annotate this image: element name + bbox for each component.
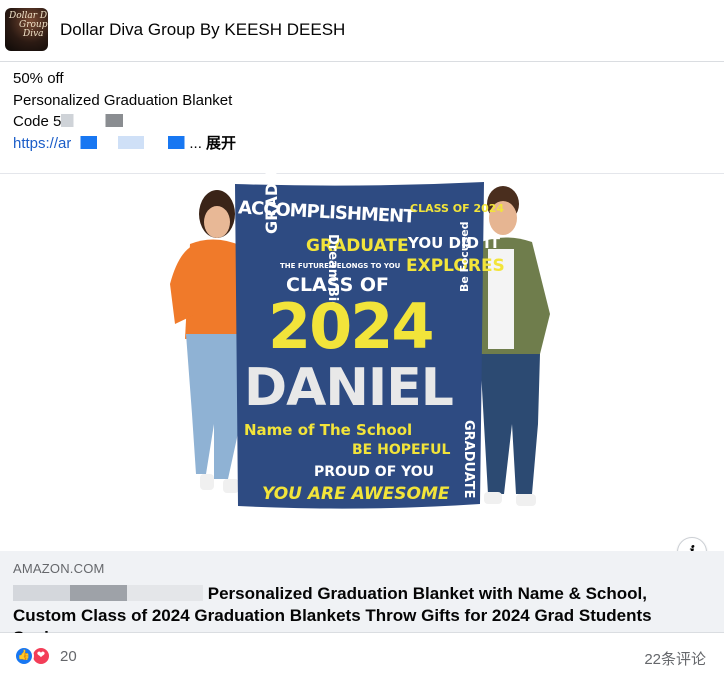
redacted-link	[71, 135, 190, 149]
like-reaction-icon: 👍	[14, 646, 34, 666]
blanket-be-focused: Be Focused	[458, 221, 471, 292]
code-label: Code 5	[13, 113, 62, 130]
blanket-awesome: YOU ARE AWESOME	[262, 484, 450, 504]
post-image[interactable]: ACCOMPLISHMENT CLASS OF 2024 GRADUATE TH…	[0, 137, 724, 552]
group-name-link[interactable]: Dollar Diva Group By KEESH DEESH	[60, 20, 345, 40]
love-reaction-icon: ❤	[31, 646, 51, 666]
blanket-school: Name of The School	[244, 421, 413, 439]
post-link-prefix[interactable]: https://ar	[13, 135, 71, 152]
post-text: 50% off Personalized Graduation Blanket …	[13, 68, 236, 154]
blanket-graduate-left: GRADUATE	[262, 137, 281, 234]
link-preview-card[interactable]: AMAZON.COM Personalized Graduation Blank…	[0, 551, 724, 647]
blanket-graduate-mid: GRADUATE	[306, 236, 409, 256]
blanket-name: DANIEL	[244, 358, 454, 418]
reaction-count[interactable]: 20	[60, 648, 77, 665]
see-more-button[interactable]: 展开	[206, 135, 236, 152]
blanket-future: THE FUTURE BELONGS TO YOU	[280, 262, 401, 270]
blanket-you-did-it: YOU DID IT	[408, 234, 500, 252]
post-link-ellipsis: ...	[189, 134, 202, 152]
blanket-explores: EXPLORES	[406, 256, 505, 276]
avatar-text: Dollar D Group Diva	[9, 11, 48, 39]
redacted-title-prefix	[13, 585, 203, 601]
blanket-text-layer: ACCOMPLISHMENT CLASS OF 2024 GRADUATE TH…	[0, 137, 724, 552]
blanket-year: 2024	[268, 290, 435, 363]
post-link[interactable]: https://ar... 展开	[13, 133, 236, 155]
post-line-code: Code 5	[13, 111, 236, 133]
blanket-proud: PROUD OF YOU	[314, 464, 435, 480]
redacted-code	[61, 114, 124, 127]
blanket-class-top: CLASS OF 2024	[410, 202, 505, 215]
blanket-be-hopeful: BE HOPEFUL	[352, 442, 451, 458]
comments-count[interactable]: 22条评论	[644, 648, 706, 669]
blanket-graduate-right: GRADUATE	[461, 420, 476, 499]
post-line-discount: 50% off	[13, 70, 64, 87]
reaction-icons[interactable]: 👍 ❤	[14, 646, 54, 666]
post-footer: 👍 ❤ 20 22条评论	[0, 633, 724, 679]
group-avatar[interactable]: Dollar D Group Diva	[5, 8, 48, 51]
post-line-product: Personalized Graduation Blanket	[13, 91, 233, 109]
post-header: Dollar D Group Diva Dollar Diva Group By…	[0, 0, 724, 62]
link-domain: AMAZON.COM	[13, 561, 105, 576]
